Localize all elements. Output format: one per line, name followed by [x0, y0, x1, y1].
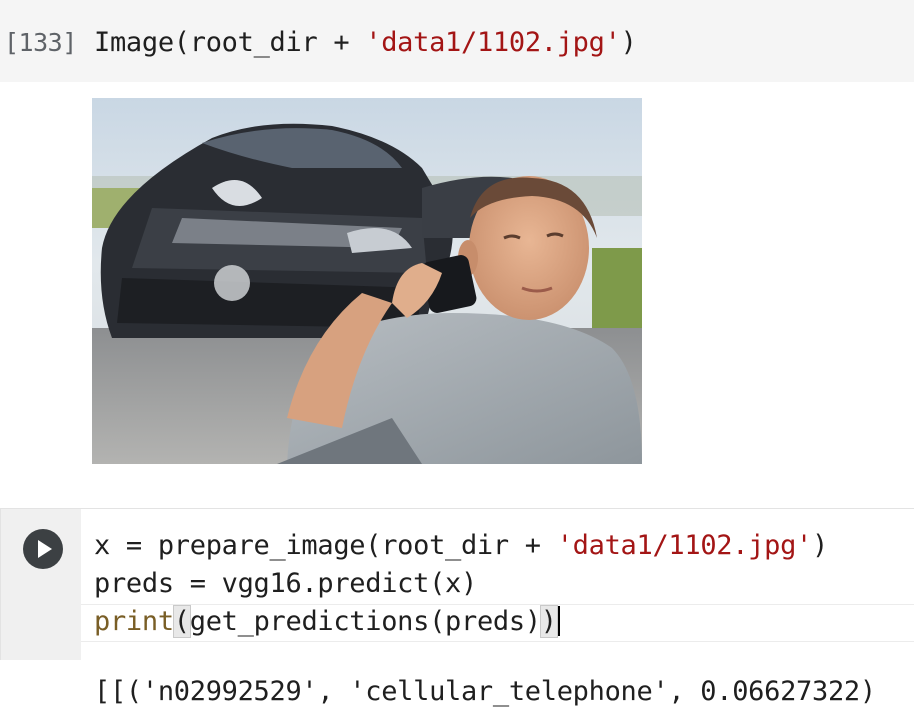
code-text: x = prepare_image(root_dir +	[94, 530, 557, 561]
code-line-1[interactable]: x = prepare_image(root_dir + 'data1/1102…	[94, 530, 828, 562]
code-text: )	[812, 530, 828, 561]
photo-man-phone-crashed-car	[92, 98, 642, 464]
code-paren-close: )	[620, 27, 637, 58]
matching-paren-close: )	[539, 605, 558, 638]
code-paren-open: (	[173, 27, 190, 58]
matching-paren-open: (	[172, 605, 191, 638]
execution-count: [133]	[4, 28, 77, 57]
code-text: preds = vgg16.predict(x)	[94, 568, 477, 599]
output-image	[92, 98, 642, 464]
code-line-image-call[interactable]: Image(root_dir + 'data1/1102.jpg')	[94, 27, 637, 59]
code-cell-1[interactable]: [133] Image(root_dir + 'data1/1102.jpg')	[0, 0, 914, 82]
code-line-3[interactable]: print(get_predictions(preds))	[94, 605, 560, 638]
code-fn: Image	[94, 27, 174, 58]
code-cell-2[interactable]: x = prepare_image(root_dir + 'data1/1102…	[0, 508, 914, 716]
cell-output-text: [[('n02992529', 'cellular_telephone', 0.…	[94, 676, 876, 707]
text-cursor	[556, 606, 560, 636]
code-line-2[interactable]: preds = vgg16.predict(x)	[94, 568, 477, 600]
code-string: 'data1/1102.jpg'	[365, 27, 621, 58]
play-icon	[38, 540, 52, 558]
code-text: get_predictions(preds)	[189, 606, 541, 637]
code-print-keyword: print	[94, 606, 174, 637]
code-string: 'data1/1102.jpg'	[556, 530, 813, 561]
run-cell-button[interactable]	[23, 529, 63, 569]
code-arg: root_dir +	[189, 27, 366, 58]
cell-gutter	[1, 509, 81, 660]
